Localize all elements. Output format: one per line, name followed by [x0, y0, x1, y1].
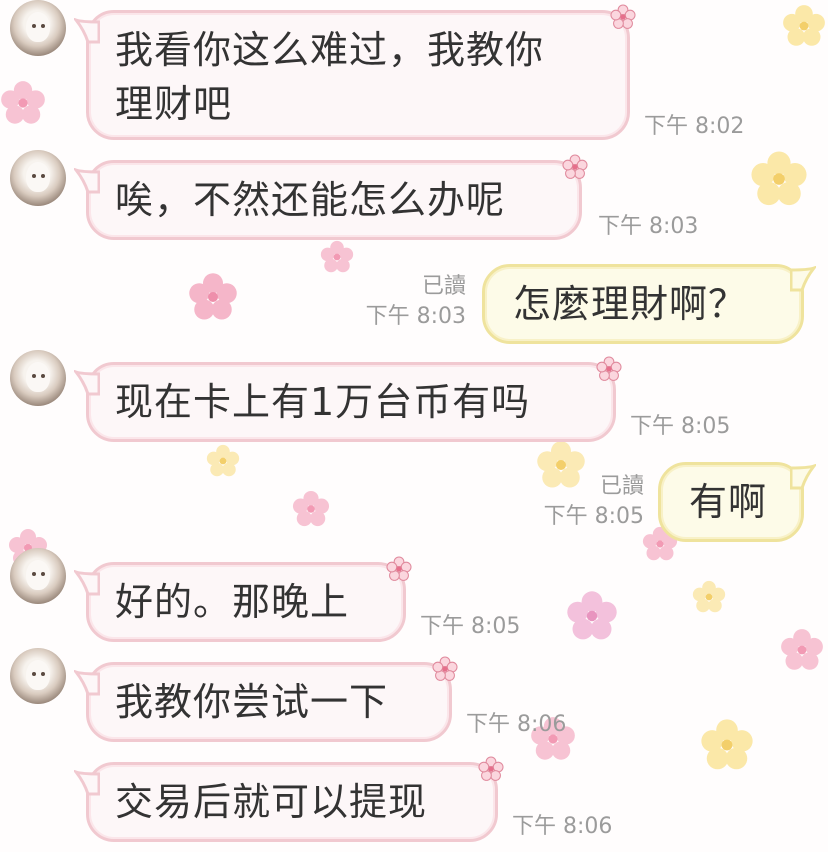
message-timestamp: 下午 8:06: [466, 712, 567, 737]
message-meta: 已讀下午 8:03: [366, 272, 466, 332]
background-flower-pink: [1, 81, 45, 124]
message-text-line: 我看你这么难过，我教你: [115, 28, 545, 72]
background-flower-yellow: [751, 151, 807, 206]
contact-avatar[interactable]: [10, 648, 66, 704]
sakura-flower-icon: [432, 656, 458, 682]
incoming-message-bubble[interactable]: 好的。那晚上: [86, 562, 406, 642]
background-flower-yellow: [783, 5, 825, 46]
cat-avatar-icon: [26, 660, 50, 690]
background-flower-pink: [189, 273, 237, 320]
cat-avatar-icon: [26, 12, 50, 42]
bubble-tail: [71, 668, 101, 696]
bubble-tail: [789, 264, 819, 292]
sakura-flower-icon: [610, 4, 636, 30]
bubble-tail: [71, 16, 101, 44]
background-flower-yellow: [701, 719, 753, 770]
cat-avatar-icon: [26, 362, 50, 392]
cat-avatar-icon: [26, 560, 50, 590]
incoming-message-bubble[interactable]: 我看你这么难过，我教你 理财吧: [86, 10, 630, 140]
bubble-tail: [71, 368, 101, 396]
outgoing-message-bubble[interactable]: 怎麼理財啊？: [482, 264, 804, 344]
message-timestamp: 下午 8:06: [512, 814, 613, 839]
background-flower-pink: [292, 490, 330, 527]
background-flower-pink: [781, 629, 823, 670]
message-timestamp: 下午 8:03: [365, 304, 466, 329]
message-text-line: 有啊: [689, 480, 768, 524]
incoming-message-bubble[interactable]: 现在卡上有1万台币有吗: [86, 362, 616, 442]
incoming-message-bubble[interactable]: 唉，不然还能怎么办呢: [86, 160, 582, 240]
incoming-message-bubble[interactable]: 交易后就可以提现: [86, 762, 498, 842]
message-meta: 已讀下午 8:05: [544, 472, 644, 532]
sakura-flower-icon: [596, 356, 622, 382]
background-flower-pink: [320, 240, 354, 273]
message-timestamp: 下午 8:02: [644, 114, 745, 139]
bubble-tail: [71, 568, 101, 596]
message-timestamp: 下午 8:05: [630, 414, 731, 439]
message-timestamp: 下午 8:03: [598, 214, 699, 239]
read-receipt: 已讀: [599, 474, 644, 499]
message-text-line: 唉，不然还能怎么办呢: [115, 178, 506, 222]
sakura-flower-icon: [478, 756, 504, 782]
message-text-line: 怎麼理財啊？: [513, 282, 748, 326]
message-text-line: 交易后就可以提现: [115, 780, 428, 824]
message-text-line: 我教你尝试一下: [115, 680, 389, 724]
background-flower-yellow: [206, 444, 240, 477]
cat-avatar-icon: [26, 162, 50, 192]
background-flower-yellow: [692, 580, 726, 613]
message-text-line: 理财吧: [115, 82, 233, 126]
incoming-message-bubble[interactable]: 我教你尝试一下: [86, 662, 452, 742]
message-timestamp: 下午 8:05: [543, 504, 644, 529]
outgoing-message-bubble[interactable]: 有啊: [658, 462, 804, 542]
contact-avatar[interactable]: [10, 350, 66, 406]
bubble-tail: [71, 166, 101, 194]
bubble-tail: [789, 462, 819, 490]
background-flower-pink: [567, 591, 617, 640]
contact-avatar[interactable]: [10, 150, 66, 206]
sakura-flower-icon: [386, 556, 412, 582]
bubble-tail: [71, 768, 101, 796]
contact-avatar[interactable]: [10, 548, 66, 604]
message-text-line: 好的。那晚上: [115, 580, 350, 624]
sakura-flower-icon: [562, 154, 588, 180]
read-receipt: 已讀: [421, 274, 466, 299]
message-timestamp: 下午 8:05: [420, 614, 521, 639]
message-text-line: 现在卡上有1万台币有吗: [115, 380, 531, 424]
contact-avatar[interactable]: [10, 0, 66, 56]
